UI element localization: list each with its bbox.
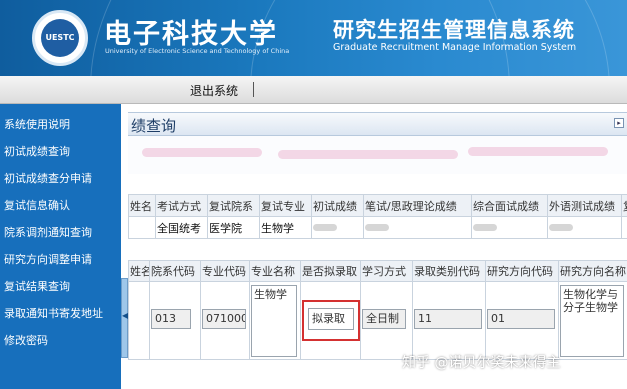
redacted-cell bbox=[471, 216, 548, 239]
table-cell: 医学院 bbox=[207, 216, 260, 239]
direction-code-field[interactable]: 01 bbox=[487, 309, 555, 329]
page-title-bar: 绩查询 ▸ bbox=[128, 112, 627, 136]
sidebar-collapse-handle[interactable]: ◀ bbox=[121, 278, 128, 358]
system-title: 研究生招生管理信息系统 bbox=[333, 18, 575, 42]
redacted-cell bbox=[311, 216, 364, 239]
app-header: UESTC 电子科技大学 University of Electronic Sc… bbox=[0, 0, 627, 76]
major-name-field[interactable]: 生物学 bbox=[251, 284, 297, 357]
sidebar-item-score-review[interactable]: 初试成绩查分申请 bbox=[0, 165, 121, 192]
university-name: 电子科技大学 bbox=[104, 19, 278, 50]
sidebar-item-direction-adjust[interactable]: 研究方向调整申请 bbox=[0, 246, 121, 273]
arrow-box-icon[interactable]: ▸ bbox=[614, 118, 624, 128]
column-header: 研究方向名称 bbox=[558, 260, 627, 282]
column-header: 专业名称 bbox=[249, 260, 301, 282]
table-cell: 071000 bbox=[200, 281, 250, 360]
column-header: 姓名 bbox=[128, 260, 150, 282]
table-row: 全国统考 医学院 生物学 bbox=[128, 216, 627, 239]
column-header: 专业代码 bbox=[200, 260, 250, 282]
column-header: 外语测试成绩 bbox=[547, 194, 622, 217]
table-cell: 全日制 bbox=[360, 281, 413, 360]
column-header: 复试院系 bbox=[207, 194, 260, 217]
column-header: 学习方式 bbox=[360, 260, 413, 282]
sidebar-item-retest-confirm[interactable]: 复试信息确认 bbox=[0, 192, 121, 219]
admission-table: 姓名 院系代码 专业代码 专业名称 是否拟录取 学习方式 录取类别代码 研究方向… bbox=[128, 260, 627, 360]
table-cell: 生物学 bbox=[249, 281, 301, 360]
table-cell: 生物学 bbox=[259, 216, 312, 239]
study-mode-field[interactable]: 全日制 bbox=[362, 309, 406, 329]
sidebar-item-offer-address[interactable]: 录取通知书寄发地址 bbox=[0, 300, 121, 327]
major-code-field[interactable]: 071000 bbox=[202, 309, 246, 329]
table-header-row: 姓名 院系代码 专业代码 专业名称 是否拟录取 学习方式 录取类别代码 研究方向… bbox=[128, 260, 627, 282]
zhihu-watermark: 知乎 @诺贝尔奖未来得主 bbox=[402, 355, 561, 371]
category-code-field[interactable]: 11 bbox=[414, 309, 482, 329]
logout-link[interactable]: 退出系统 bbox=[190, 82, 238, 99]
column-header: 复 bbox=[621, 194, 627, 217]
university-name-en: University of Electronic Science and Tec… bbox=[105, 47, 290, 55]
column-header: 考试方式 bbox=[155, 194, 208, 217]
table-cell: 全国统考 bbox=[155, 216, 208, 239]
dept-code-field[interactable]: 013 bbox=[151, 309, 191, 329]
table-cell: 013 bbox=[149, 281, 201, 360]
table-cell: 01 bbox=[485, 281, 559, 360]
sidebar-item-initial-score[interactable]: 初试成绩查询 bbox=[0, 138, 121, 165]
table-cell: 拟录取 bbox=[300, 281, 361, 360]
table-cell: 11 bbox=[412, 281, 486, 360]
column-header: 姓名 bbox=[128, 194, 156, 217]
column-header: 院系代码 bbox=[149, 260, 201, 282]
system-title-en: Graduate Recruitment Manage Information … bbox=[333, 42, 577, 53]
nav-separator bbox=[253, 82, 254, 97]
main-content: 绩查询 ▸ 姓名 考试方式 复试院系 复试专业 初试成绩 笔试/思政理论成绩 综… bbox=[128, 104, 627, 389]
column-header: 笔试/思政理论成绩 bbox=[363, 194, 472, 217]
column-header: 研究方向代码 bbox=[485, 260, 559, 282]
table-cell bbox=[128, 216, 156, 239]
sidebar: 系统使用说明 初试成绩查询 初试成绩查分申请 复试信息确认 院系调剂通知查询 研… bbox=[0, 104, 121, 389]
redacted-info-band bbox=[128, 136, 627, 174]
redacted-cell bbox=[547, 216, 622, 239]
table-cell: 生物化学与分子生物学 bbox=[558, 281, 627, 360]
column-header: 是否拟录取 bbox=[300, 260, 361, 282]
sidebar-item-transfer-notice[interactable]: 院系调剂通知查询 bbox=[0, 219, 121, 246]
top-nav-bar: 退出系统 bbox=[0, 76, 627, 104]
sidebar-item-change-password[interactable]: 修改密码 bbox=[0, 327, 121, 354]
university-logo: UESTC bbox=[32, 10, 88, 66]
table-cell bbox=[621, 216, 627, 239]
column-header: 初试成绩 bbox=[311, 194, 364, 217]
admission-status-field[interactable]: 拟录取 bbox=[308, 308, 354, 330]
table-header-row: 姓名 考试方式 复试院系 复试专业 初试成绩 笔试/思政理论成绩 综合面试成绩 … bbox=[128, 194, 627, 217]
redacted-cell bbox=[363, 216, 472, 239]
column-header: 复试专业 bbox=[259, 194, 312, 217]
sidebar-item-retest-result[interactable]: 复试结果查询 bbox=[0, 273, 121, 300]
table-row: 013 071000 生物学 拟录取 全日制 11 01 生物化学与分子生物学 bbox=[128, 281, 627, 360]
page-title: 绩查询 bbox=[131, 117, 177, 135]
sidebar-item-manual[interactable]: 系统使用说明 bbox=[0, 111, 121, 138]
direction-name-field[interactable]: 生物化学与分子生物学 bbox=[560, 284, 624, 357]
admission-status-highlight: 拟录取 bbox=[302, 300, 360, 341]
table-cell bbox=[128, 281, 150, 360]
score-table: 姓名 考试方式 复试院系 复试专业 初试成绩 笔试/思政理论成绩 综合面试成绩 … bbox=[128, 194, 627, 239]
column-header: 录取类别代码 bbox=[412, 260, 486, 282]
column-header: 综合面试成绩 bbox=[471, 194, 548, 217]
